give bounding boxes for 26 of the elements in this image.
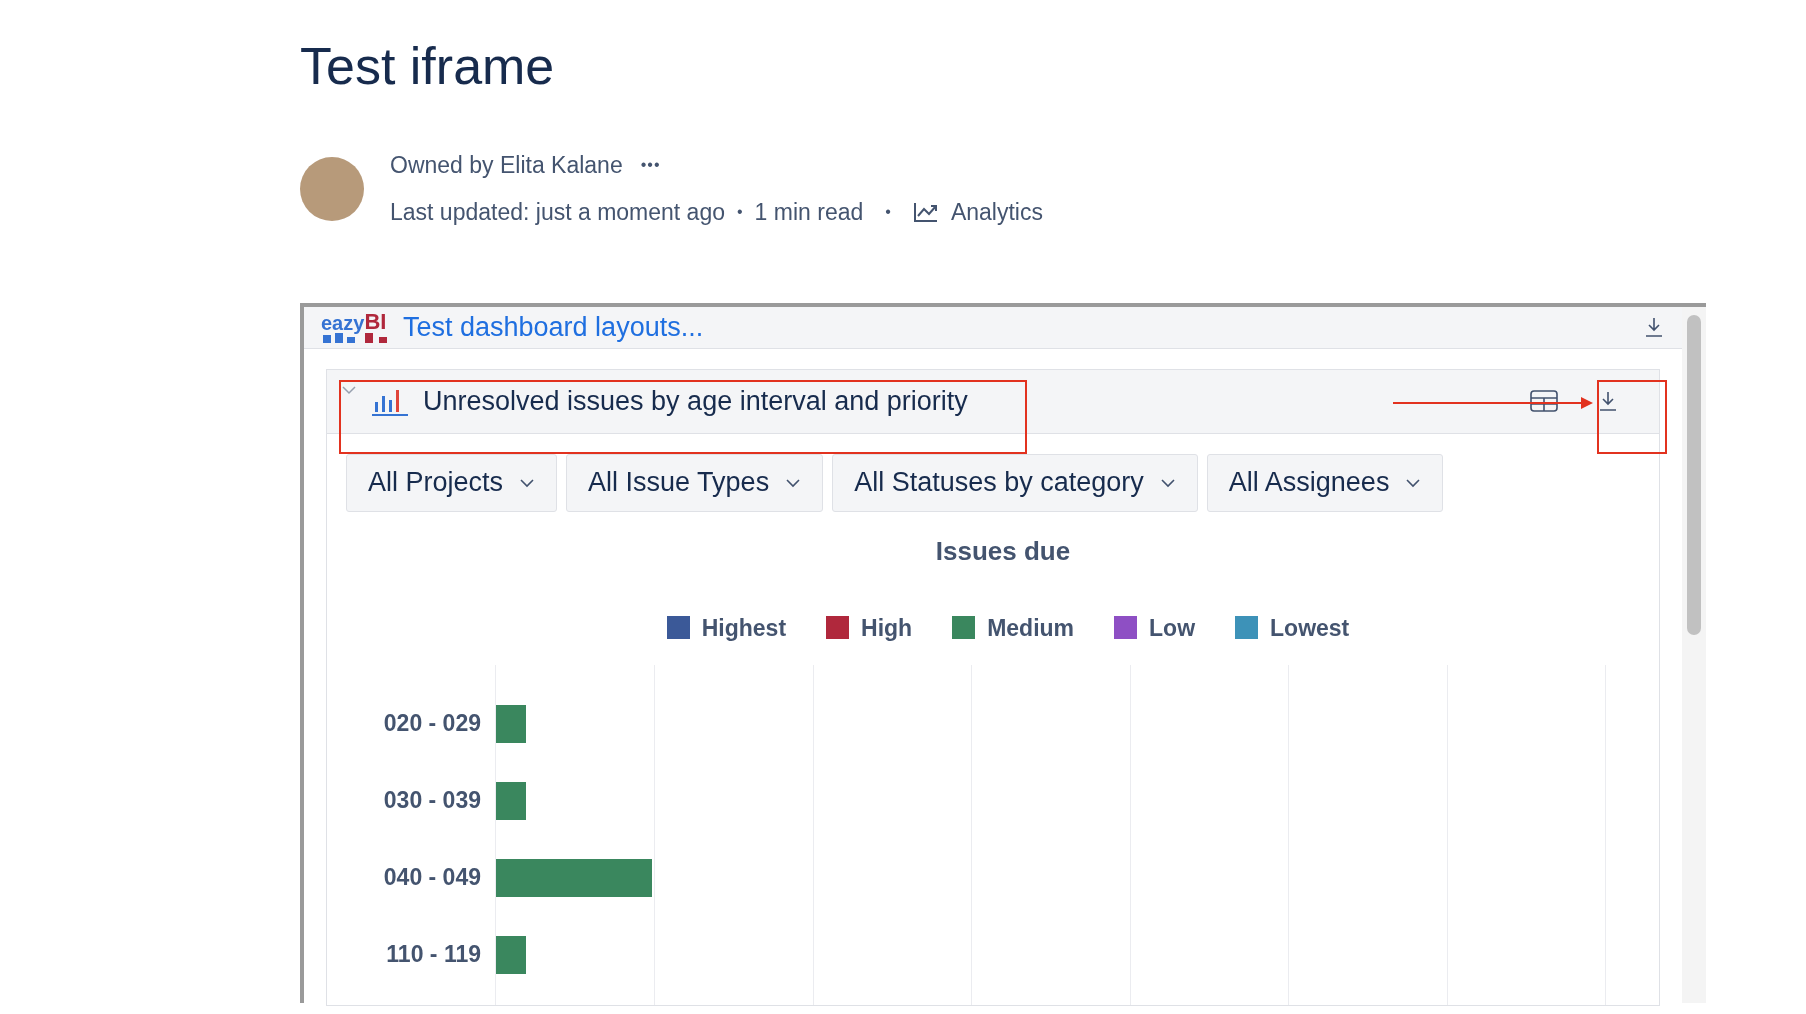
filter-dropdown[interactable]: All Statuses by category (832, 453, 1198, 512)
category-label: 030 - 039 (383, 786, 481, 816)
category-label: 020 - 029 (383, 709, 481, 739)
logo-text: eazy (321, 313, 365, 334)
filter-dropdown[interactable]: All Issue Types (566, 453, 824, 512)
legend-label: Highest (701, 613, 787, 643)
filter-dropdown[interactable]: All Assignees (1206, 453, 1444, 512)
category-label: 040 - 049 (383, 863, 481, 893)
separator-dot: • (885, 201, 891, 222)
read-time-text: 1 min read (754, 197, 864, 227)
dashboard-title-link[interactable]: Test dashboard layouts... (403, 307, 704, 348)
filter-dropdown[interactable]: All Projects (346, 453, 558, 512)
category-label: 110 - 119 (386, 940, 481, 970)
more-button[interactable]: ••• (640, 153, 661, 178)
owner-text: Owned by Elita Kalane (390, 151, 623, 180)
legend-label: Low (1149, 613, 1196, 643)
legend-label: High (861, 613, 913, 643)
chart-title: Issues due (935, 534, 1071, 568)
separator-dot: • (737, 201, 743, 222)
legend-label: Lowest (1270, 613, 1350, 643)
page-title: Test iframe (300, 36, 556, 97)
report-title: Unresolved issues by age interval and priority (423, 384, 968, 418)
last-updated-text: Last updated: just a moment ago (390, 197, 725, 227)
analytics-link[interactable]: Analytics (950, 194, 1043, 229)
logo-text: BI (364, 311, 387, 334)
legend-label: Medium (987, 613, 1075, 643)
